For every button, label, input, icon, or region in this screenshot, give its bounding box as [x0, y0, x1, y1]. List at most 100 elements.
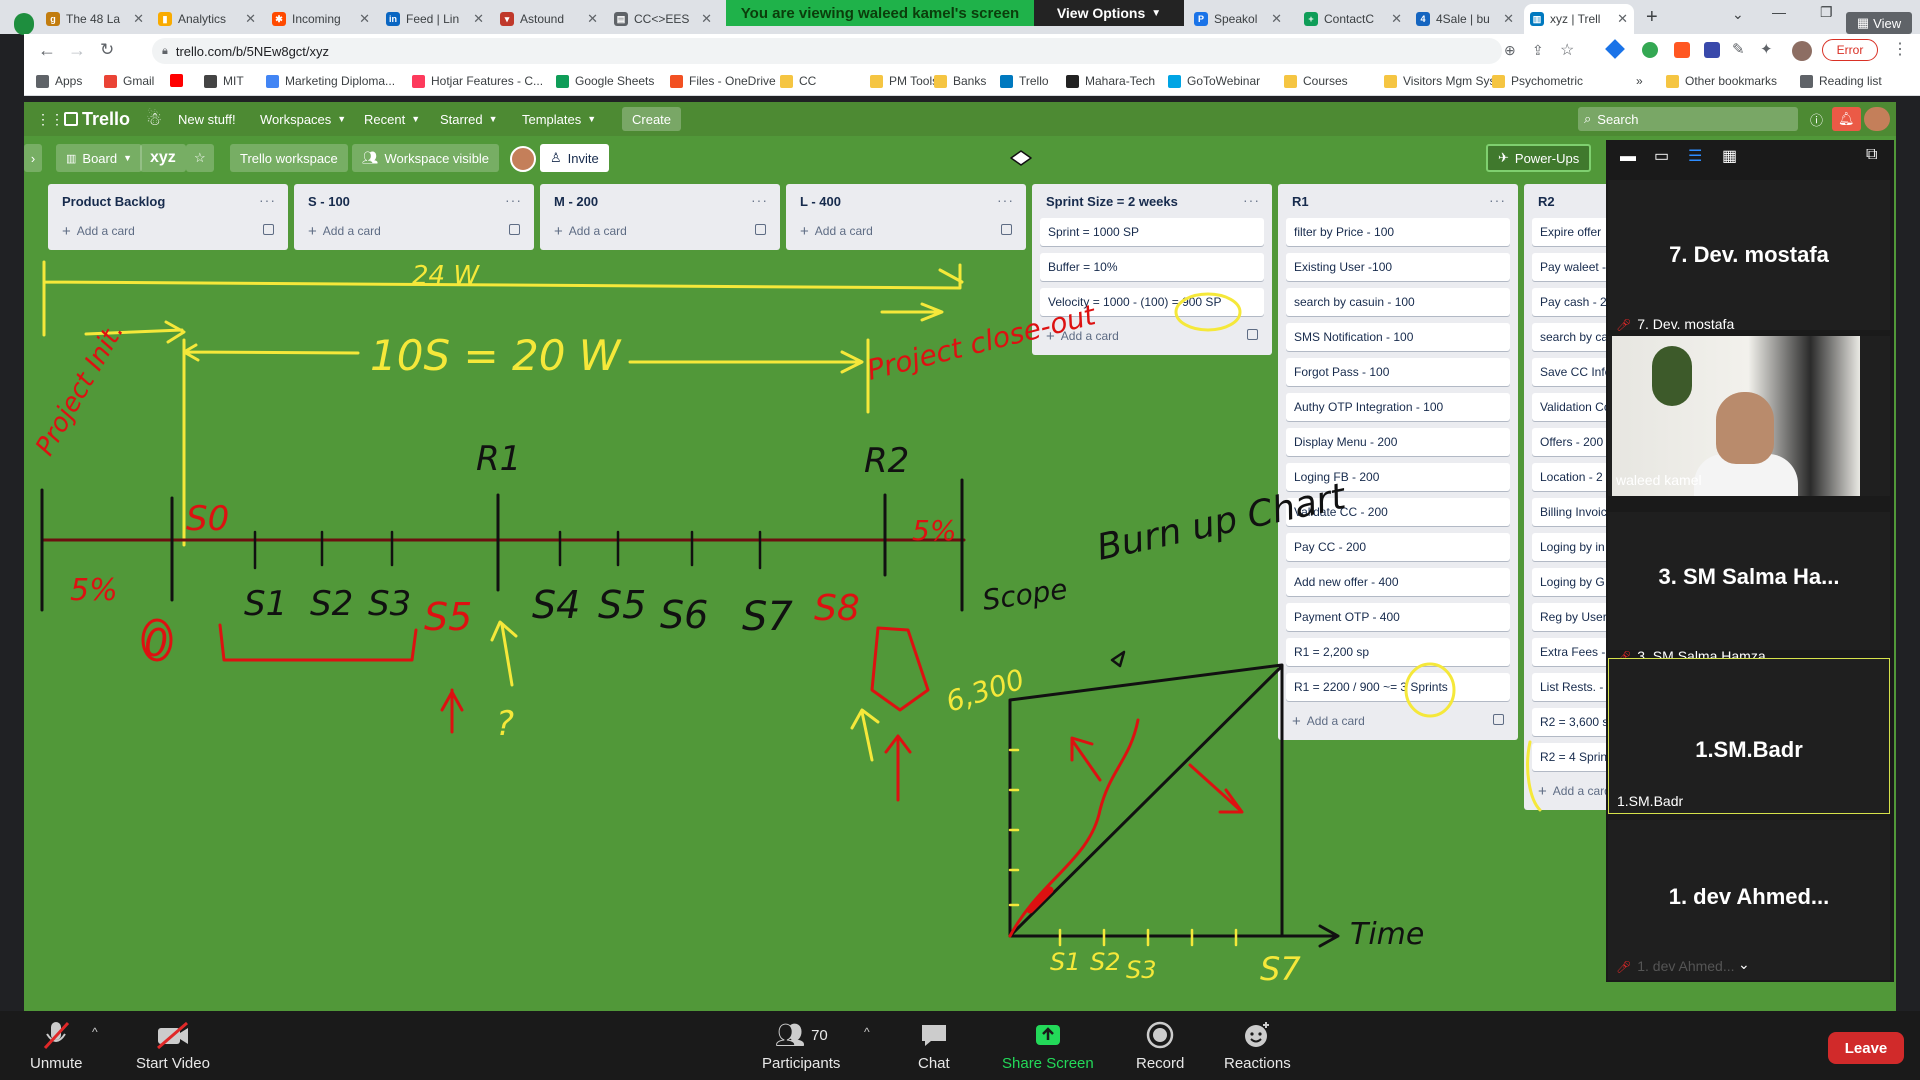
share-icon[interactable]: ⇪ [1532, 42, 1544, 59]
new-tab-button[interactable]: + [1646, 6, 1658, 29]
bookmark-item[interactable]: Trello [1000, 74, 1049, 88]
browser-tab[interactable]: ▾ Astound ✕ [494, 4, 604, 34]
add-card-button[interactable]: + Add a card [302, 218, 526, 244]
leave-button[interactable]: Leave [1828, 1032, 1904, 1064]
unmute-button[interactable]: Unmute [30, 1019, 83, 1072]
list-title[interactable]: L - 400 [794, 184, 1018, 218]
recent-menu[interactable]: Recent ▼ [358, 107, 426, 131]
starred-menu[interactable]: Starred ▼ [434, 107, 504, 131]
list-menu-icon[interactable]: ··· [1489, 192, 1506, 208]
templates-menu[interactable]: Templates ▼ [516, 107, 602, 131]
browser-tab[interactable]: ▮ Analytics ✕ [152, 4, 262, 34]
list-card[interactable]: Loging FB - 200 [1286, 463, 1510, 491]
list-title[interactable]: R1 [1286, 184, 1510, 218]
close-icon[interactable]: ✕ [1613, 11, 1628, 27]
strip-view-icon[interactable]: ☰ [1688, 146, 1702, 166]
bookmark-item[interactable]: Psychometric [1492, 74, 1583, 88]
minimize-icon[interactable]: — [1772, 4, 1786, 20]
error-badge[interactable]: Error [1822, 39, 1878, 61]
close-icon[interactable]: ✕ [241, 11, 256, 27]
sidebar-toggle[interactable]: › [24, 144, 42, 172]
star-board-button[interactable]: ☆ [186, 144, 214, 172]
close-icon[interactable]: ✕ [1499, 11, 1514, 27]
list-title[interactable]: Product Backlog [56, 184, 280, 218]
bookmark-item[interactable]: MIT [204, 74, 244, 88]
close-icon[interactable]: ✕ [355, 11, 370, 27]
list-card[interactable]: R1 = 2200 / 900 ~= 3 Sprints [1286, 673, 1510, 701]
participant-tile[interactable]: 1.SM.Badr 1.SM.Badr [1608, 658, 1890, 814]
card-template-icon[interactable] [1247, 329, 1258, 340]
browser-tab[interactable]: in Feed | Lin ✕ [380, 4, 490, 34]
popout-icon[interactable]: ⧉ [1866, 146, 1877, 164]
new-stuff-button[interactable]: New stuff! [172, 107, 242, 131]
add-card-button[interactable]: + Add a card [56, 218, 280, 244]
share-screen-button[interactable]: Share Screen [1002, 1019, 1094, 1072]
extension-icon[interactable] [1674, 42, 1690, 58]
list-card[interactable]: Authy OTP Integration - 100 [1286, 393, 1510, 421]
participant-tile[interactable]: 3. SM Salma Ha... 🎤︎ 3. SM Salma Hamza [1608, 512, 1890, 664]
add-card-button[interactable]: + Add a card [794, 218, 1018, 244]
close-icon[interactable]: ✕ [1387, 11, 1402, 27]
bookmark-item[interactable]: Banks [934, 74, 986, 88]
list-menu-icon[interactable]: ··· [997, 192, 1014, 208]
power-ups-button[interactable]: ✈︎ Power-Ups [1486, 144, 1592, 172]
browser-tab[interactable]: 4 4Sale | bu ✕ [1410, 4, 1520, 34]
add-card-button[interactable]: + Add a card [548, 218, 772, 244]
list-title[interactable]: M - 200 [548, 184, 772, 218]
bookmark-item[interactable]: Gmail [104, 74, 154, 88]
chevron-up-icon[interactable]: ^ [864, 1025, 870, 1039]
browser-tab-active[interactable]: ▥ xyz | Trell ✕ [1524, 4, 1634, 34]
trello-logo[interactable]: Trello [58, 107, 136, 131]
extension-icon[interactable] [1642, 42, 1658, 58]
reading-list-button[interactable]: Reading list [1800, 74, 1882, 88]
close-icon[interactable]: ✕ [1267, 11, 1282, 27]
bookmark-item[interactable]: Google Sheets [556, 74, 654, 88]
list-menu-icon[interactable]: ··· [505, 192, 522, 208]
workspaces-menu[interactable]: Workspaces ▼ [254, 107, 352, 131]
avatar[interactable] [1864, 107, 1890, 131]
list-menu-icon[interactable]: ··· [1243, 192, 1260, 208]
board-name[interactable]: xyz [140, 144, 186, 172]
list-card[interactable]: Validate CC - 200 [1286, 498, 1510, 526]
browser-tab[interactable]: P Speakol ✕ [1188, 4, 1288, 34]
card-template-icon[interactable] [509, 224, 520, 235]
chevron-up-icon[interactable]: ^ [92, 1025, 98, 1039]
avatar[interactable] [510, 146, 536, 172]
zoom-lens-icon[interactable]: ⊕ [1504, 42, 1516, 59]
participant-tile[interactable]: 7. Dev. mostafa 🎤︎ 7. Dev. mostafa [1608, 180, 1890, 332]
info-icon[interactable]: ⓘ [1804, 107, 1829, 131]
participant-tile[interactable]: waleed kamel [1608, 336, 1890, 496]
star-icon[interactable]: ☆ [1560, 40, 1574, 60]
single-view-icon[interactable]: ▭ [1654, 146, 1669, 166]
bookmark-item[interactable]: Visitors Mgm Sys [1384, 74, 1495, 88]
list-card[interactable]: Sprint = 1000 SP [1040, 218, 1264, 246]
bookmark-item[interactable]: PM Tools [870, 74, 938, 88]
close-icon[interactable]: ✕ [129, 11, 144, 27]
view-button[interactable]: ▦ View [1846, 12, 1912, 34]
card-template-icon[interactable] [1001, 224, 1012, 235]
more-bookmarks-button[interactable]: » [1636, 74, 1643, 88]
browser-tab[interactable]: ✱ Incoming ✕ [266, 4, 376, 34]
reload-icon[interactable]: ↻ [100, 40, 114, 60]
extensions-puzzle-icon[interactable]: ✦ [1760, 40, 1773, 58]
reactions-button[interactable]: Reactions [1224, 1019, 1291, 1072]
bookmark-item[interactable]: Files - OneDrive [670, 74, 776, 88]
add-card-button[interactable]: + Add a card [1286, 708, 1510, 734]
list-menu-icon[interactable]: ··· [259, 192, 276, 208]
create-button[interactable]: Create [622, 107, 682, 131]
bookmark-item[interactable]: Mahara-Tech [1066, 74, 1155, 88]
list-card[interactable]: R1 = 2,200 sp [1286, 638, 1510, 666]
record-button[interactable]: Record [1136, 1019, 1184, 1072]
workspace-button[interactable]: Trello workspace [230, 144, 348, 172]
maximize-icon[interactable]: ❐ [1820, 4, 1833, 21]
extension-icon[interactable] [1704, 42, 1720, 58]
avatar[interactable] [1792, 41, 1812, 61]
participants-button[interactable]: 👥︎ 70 Participants [762, 1019, 840, 1073]
search-input[interactable]: ⌕ Search [1578, 107, 1798, 131]
bookmark-item[interactable]: Apps [36, 74, 82, 88]
extension-icon[interactable] [1605, 39, 1625, 59]
menu-dots-icon[interactable]: ⋮ [1892, 39, 1908, 59]
chat-button[interactable]: Chat [918, 1019, 950, 1072]
add-card-button[interactable]: + Add a card [1040, 323, 1264, 349]
card-template-icon[interactable] [755, 224, 766, 235]
